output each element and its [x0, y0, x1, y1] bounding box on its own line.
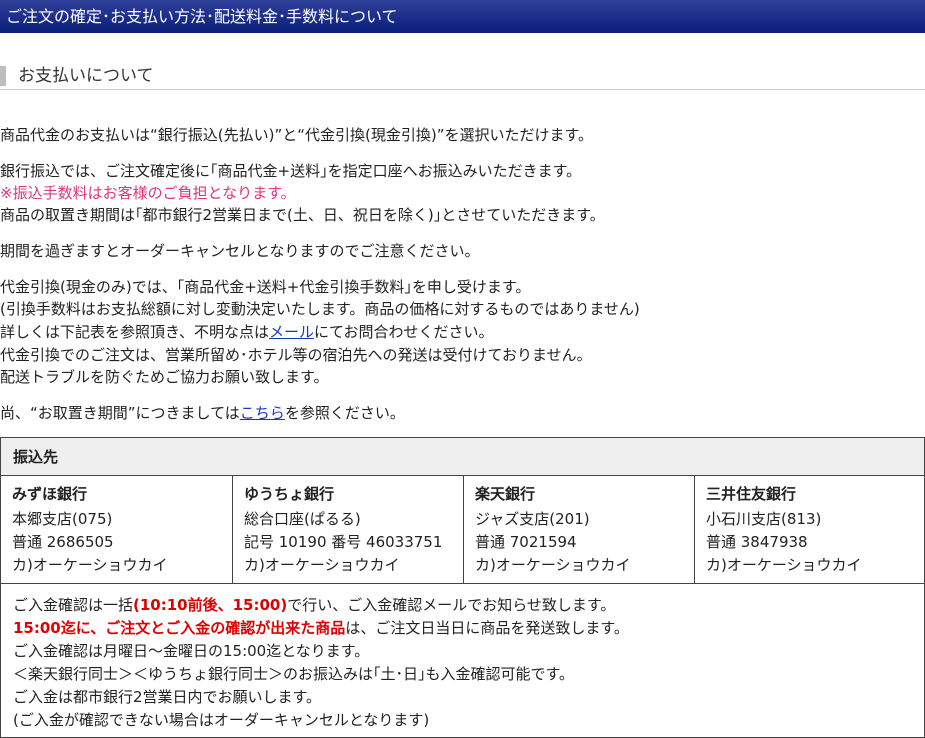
cancel-notice: 期間を過ぎますとオーダーキャンセルとなりますのでご注意ください。 — [0, 242, 480, 260]
note-deadline: 15:00迄に、ご注文とご入金の確認が出来た商品 — [13, 619, 346, 637]
contact-text-before: 詳しくは下記表を参照頂き、不明な点は — [0, 323, 269, 341]
table-header: 振込先 — [1, 438, 924, 476]
payment-intro-text: 商品代金のお支払いは“銀行振込(先払い)”と“代金引換(現金引換)”を選択いただ… — [0, 126, 593, 144]
bank-branch: 本郷支店(075) — [12, 510, 113, 528]
note-confirmation: ご入金確認は一括(10:10前後、15:00)で行い、ご入金確認メールでお知らせ… — [13, 594, 615, 616]
mail-link[interactable]: メール — [269, 323, 314, 341]
bank-account-table: 振込先 みずほ銀行 本郷支店(075) 普通 2686505 カ)オーケーショウ… — [0, 437, 925, 738]
note-weekdays: ご入金確認は月曜日～金曜日の15:00迄となります。 — [13, 642, 370, 660]
hold-period-reference: 尚、“お取置き期間”につきましてはこちらを参照ください。 — [0, 402, 405, 424]
bank-account: 普通 7021594 — [475, 533, 577, 551]
bank-holder: カ)オーケーショウカイ — [475, 556, 631, 574]
bank-account: 普通 3847938 — [706, 533, 808, 551]
here-link[interactable]: こちら — [240, 404, 285, 422]
transfer-fee-notice: ※振込手数料はお客様のご負担となります。 — [0, 184, 296, 202]
reference-text-before: 尚、“お取置き期間”につきましては — [0, 404, 240, 422]
section-heading-marker — [0, 66, 6, 86]
bank-name: 三井住友銀行 — [706, 485, 797, 503]
note-same-day-shipping: 15:00迄に、ご注文とご入金の確認が出来た商品は、ご注文日当日に商品を発送致し… — [13, 617, 629, 639]
bank-cell-mizuho: みずほ銀行 本郷支店(075) 普通 2686505 カ)オーケーショウカイ — [1, 476, 232, 583]
section-heading-title: お支払いについて — [18, 66, 154, 86]
note-text: で行い、ご入金確認メールでお知らせ致します。 — [287, 596, 616, 614]
note-text: ご入金確認は一括 — [13, 596, 134, 614]
bank-name: 楽天銀行 — [475, 485, 536, 503]
reference-text-after: を参照ください。 — [284, 404, 405, 422]
bank-branch: ジャズ支店(201) — [475, 510, 590, 528]
bank-branch: 小石川支店(813) — [706, 510, 822, 528]
bank-name: みずほ銀行 — [12, 485, 88, 503]
bank-holder: カ)オーケーショウカイ — [12, 556, 168, 574]
bank-cell-yucho: ゆうちょ銀行 総合口座(ぱるる) 記号 10190 番号 46033751 カ)… — [232, 476, 463, 583]
bank-row: みずほ銀行 本郷支店(075) 普通 2686505 カ)オーケーショウカイ ゆ… — [1, 476, 924, 584]
note-weekend: ＜楽天銀行同士＞＜ゆうちょ銀行同士＞のお振込みは｢土･日｣も入金確認可能です。 — [13, 665, 575, 683]
hold-period-text: 商品の取置き期間は｢都市銀行2営業日まで(土、日、祝日を除く)｣とさせていただき… — [0, 206, 605, 224]
bank-holder: カ)オーケーショウカイ — [706, 556, 862, 574]
cod-fee-text: (引換手数料はお支払総額に対し変動決定いたします。商品の価格に対するものではあり… — [0, 300, 640, 318]
table-header-label: 振込先 — [13, 448, 59, 466]
bank-name: ゆうちょ銀行 — [244, 485, 335, 503]
bank-branch: 総合口座(ぱるる) — [244, 510, 361, 528]
note-times: (10:10前後、15:00) — [133, 596, 288, 614]
bank-account: 普通 2686505 — [12, 533, 114, 551]
bank-account: 記号 10190 番号 46033751 — [244, 533, 443, 551]
section-heading: お支払いについて — [0, 64, 925, 90]
bank-cell-rakuten: 楽天銀行 ジャズ支店(201) 普通 7021594 カ)オーケーショウカイ — [463, 476, 694, 583]
page-title-bar: ご注文の確定･お支払い方法･配送料金･手数料について — [0, 0, 925, 33]
bank-cell-smbc: 三井住友銀行 小石川支店(813) 普通 3847938 カ)オーケーショウカイ — [694, 476, 924, 583]
note-cancel: (ご入金が確認できない場合はオーダーキャンセルとなります) — [13, 711, 430, 729]
page-title: ご注文の確定･お支払い方法･配送料金･手数料について — [6, 7, 398, 26]
cod-text: 代金引換(現金のみ)では、｢商品代金+送料+代金引換手数料｣を申し受けます。 — [0, 278, 531, 296]
contact-text: 詳しくは下記表を参照頂き、不明な点はメールにてお問合わせください。 — [0, 321, 494, 343]
cooperation-text: 配送トラブルを防ぐためご協力お願い致します。 — [0, 368, 329, 386]
note-text: は、ご注文日当日に商品を発送致します。 — [345, 619, 629, 637]
bank-transfer-text: 銀行振込では、ご注文確定後に｢商品代金+送料｣を指定口座へお振込みいただきます。 — [0, 162, 582, 180]
note-deadline-days: ご入金は都市銀行2営業日内でお願いします。 — [13, 688, 322, 706]
cod-restriction-text: 代金引換でのご注文は、営業所留め･ホテル等の宿泊先への発送は受付けておりません。 — [0, 346, 592, 364]
bank-holder: カ)オーケーショウカイ — [244, 556, 400, 574]
contact-text-after: にてお問合わせください。 — [313, 323, 494, 341]
